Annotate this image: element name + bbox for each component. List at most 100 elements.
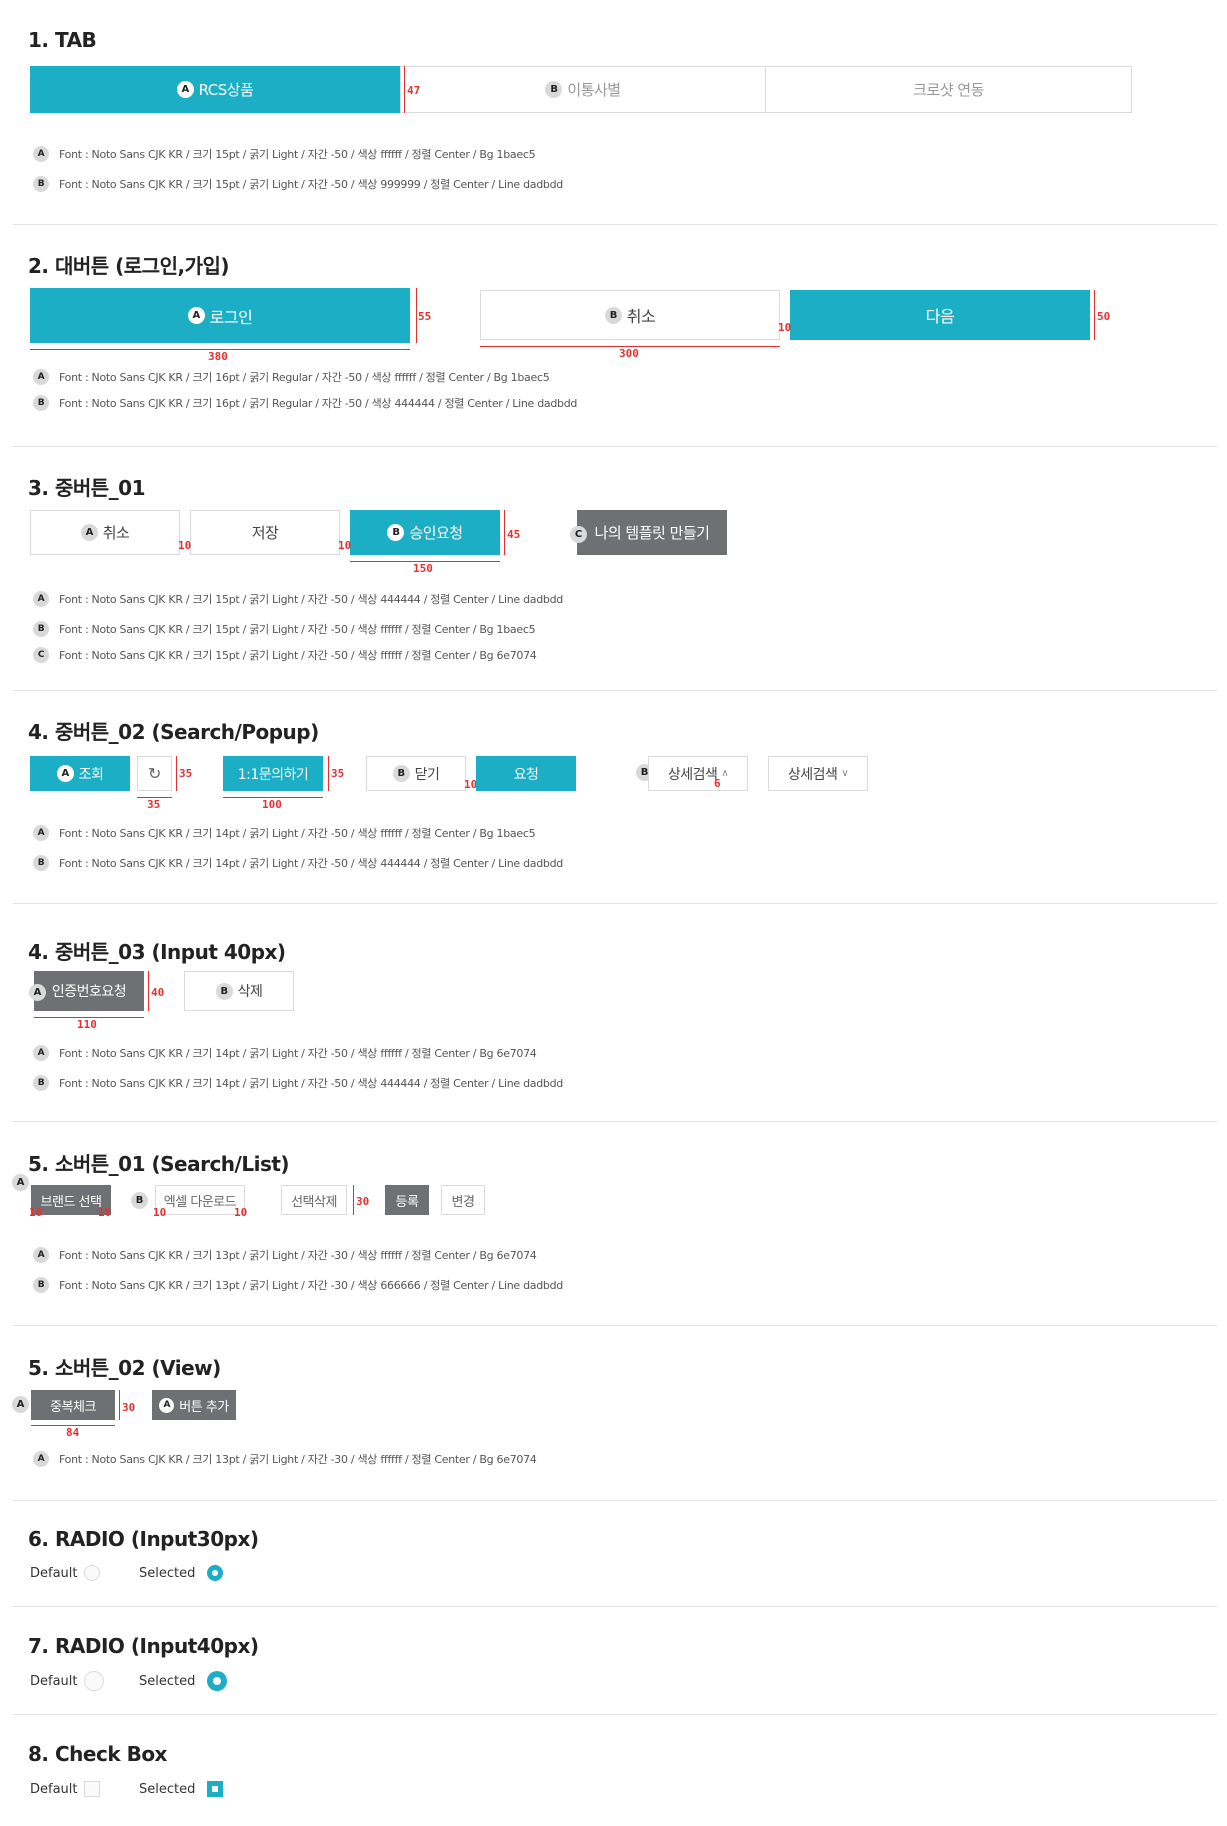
badge-a: A	[176, 81, 194, 98]
radio-default[interactable]	[84, 1671, 104, 1691]
badge-b: B	[131, 1192, 148, 1209]
divider	[13, 903, 1217, 904]
refresh-button[interactable]: ↻	[137, 756, 172, 791]
refresh-icon: ↻	[148, 764, 161, 783]
excel-download-button[interactable]: 엑셀 다운로드	[155, 1185, 245, 1215]
checkbox-default-label: Default	[30, 1782, 78, 1797]
divider	[13, 1714, 1217, 1715]
close-button[interactable]: B 닫기	[366, 756, 466, 791]
button-label: 요청	[513, 766, 539, 783]
button-label: 인증번호요청	[51, 984, 127, 1000]
badge-b: B	[604, 306, 622, 324]
button-label: 취소	[102, 524, 130, 542]
make-template-button[interactable]: 나의 템플릿 만들기	[577, 510, 727, 555]
button-label: 삭제	[237, 984, 263, 1000]
checkbox-selected[interactable]	[207, 1781, 223, 1797]
radio-selected[interactable]	[207, 1671, 227, 1691]
spec-note: A Font : Noto Sans CJK KR / 크기 15pt / 굵기 …	[33, 146, 536, 162]
radio-default-label: Default	[30, 1674, 78, 1689]
dim-label: 30	[122, 1401, 136, 1414]
section-title-checkbox: 8. Check Box	[28, 1742, 167, 1766]
chevron-down-icon: ∨	[841, 768, 849, 779]
save-button[interactable]: 저장	[190, 510, 340, 555]
checkbox-selected-label: Selected	[139, 1782, 196, 1797]
radio-selected[interactable]	[207, 1565, 223, 1581]
button-label: 버튼 추가	[179, 1399, 229, 1415]
badge-b: B	[387, 524, 405, 541]
login-button[interactable]: A 로그인	[30, 288, 410, 343]
dim-label: 30	[356, 1195, 370, 1208]
section-title-large-button: 2. 대버튼 (로그인,가입)	[28, 254, 230, 278]
badge-a: A	[12, 1174, 29, 1191]
detail-search-button[interactable]: 상세검색 ∨	[768, 756, 868, 791]
section-title-medium-button-01: 3. 중버튼_01	[28, 476, 146, 500]
delete-button[interactable]: B 삭제	[184, 971, 294, 1011]
spec-note: A Font : Noto Sans CJK KR / 크기 14pt / 굵기 …	[33, 1045, 537, 1061]
button-label: 선택삭제	[291, 1194, 337, 1210]
search-button[interactable]: A 조회	[30, 756, 130, 791]
button-label: 조회	[78, 766, 104, 783]
dim-label: 10	[178, 539, 192, 552]
checkbox-default[interactable]	[84, 1781, 100, 1797]
dim-label: 10	[778, 321, 792, 334]
badge-a: A	[159, 1397, 175, 1413]
dim-line	[328, 756, 329, 791]
button-label: 브랜드 선택	[40, 1194, 102, 1210]
dim-line	[353, 1185, 354, 1215]
button-label: 승인요청	[409, 524, 463, 542]
badge-b: B	[545, 81, 563, 98]
divider	[13, 1121, 1217, 1122]
dim-label: 110	[77, 1018, 97, 1031]
button-label: 1:1문의하기	[237, 766, 309, 783]
radio-default[interactable]	[84, 1565, 100, 1581]
badge-c: C	[570, 526, 587, 543]
dim-label: 10	[153, 1206, 167, 1219]
spec-note: A Font : Noto Sans CJK KR / 크기 15pt / 굵기 …	[33, 591, 563, 607]
detail-search-open-button[interactable]: 상세검색 ∧	[648, 756, 748, 791]
duplicate-check-button[interactable]: 중복체크	[31, 1390, 115, 1420]
section-title-medium-button-03: 4. 중버튼_03 (Input 40px)	[28, 940, 286, 964]
auth-request-button[interactable]: 인증번호요청	[34, 971, 144, 1011]
button-label: 취소	[626, 307, 656, 326]
section-title-small-button-02: 5. 소버튼_02 (View)	[28, 1356, 221, 1380]
next-button[interactable]: 다음	[790, 290, 1090, 340]
request-button[interactable]: 요청	[476, 756, 576, 791]
approval-request-button[interactable]: B 승인요청	[350, 510, 500, 555]
divider	[13, 224, 1217, 225]
tab-crosshot[interactable]: 크로샷 연동	[765, 66, 1132, 113]
dim-label: 10	[29, 1206, 43, 1219]
dim-label: 84	[66, 1426, 80, 1439]
spec-note: A Font : Noto Sans CJK KR / 크기 14pt / 굵기 …	[33, 825, 536, 841]
add-button-button[interactable]: A 버튼 추가	[152, 1390, 236, 1420]
dim-label: 10	[338, 539, 352, 552]
section-title-radio-30: 6. RADIO (Input30px)	[28, 1527, 259, 1551]
button-label: 상세검색	[667, 766, 718, 783]
section-title-small-button-01: 5. 소버튼_01 (Search/List)	[28, 1152, 290, 1176]
inquiry-button[interactable]: 1:1문의하기	[223, 756, 323, 791]
delete-selected-button[interactable]: 선택삭제	[281, 1185, 347, 1215]
cancel-button[interactable]: A 취소	[30, 510, 180, 555]
button-label: 저장	[251, 524, 279, 542]
spec-note: A Font : Noto Sans CJK KR / 크기 13pt / 굵기 …	[33, 1247, 537, 1263]
register-button[interactable]: 등록	[385, 1185, 429, 1215]
radio-selected-label: Selected	[139, 1566, 196, 1581]
dim-label: 35	[331, 767, 345, 780]
tab-label: RCS상품	[198, 81, 254, 99]
tab-rcs-product[interactable]: A RCS상품	[30, 66, 400, 113]
tab-label: 이통사별	[567, 81, 621, 99]
badge-b: B	[392, 765, 410, 782]
badge-a: A	[29, 984, 46, 1001]
cancel-button[interactable]: B 취소	[480, 290, 780, 340]
change-button[interactable]: 변경	[441, 1185, 485, 1215]
dim-line	[1094, 290, 1095, 340]
button-label: 상세검색	[787, 766, 838, 783]
tab-carrier[interactable]: B 이통사별	[400, 66, 766, 113]
divider	[13, 446, 1217, 447]
spec-note: B Font : Noto Sans CJK KR / 크기 15pt / 굵기 …	[33, 621, 536, 637]
section-title-radio-40: 7. RADIO (Input40px)	[28, 1634, 259, 1658]
spec-note: B Font : Noto Sans CJK KR / 크기 14pt / 굵기 …	[33, 1075, 563, 1091]
dim-line	[119, 1390, 120, 1420]
radio-default-label: Default	[30, 1566, 78, 1581]
chevron-up-icon: ∧	[721, 768, 729, 779]
spec-note: A Font : Noto Sans CJK KR / 크기 16pt / 굵기 …	[33, 369, 550, 385]
